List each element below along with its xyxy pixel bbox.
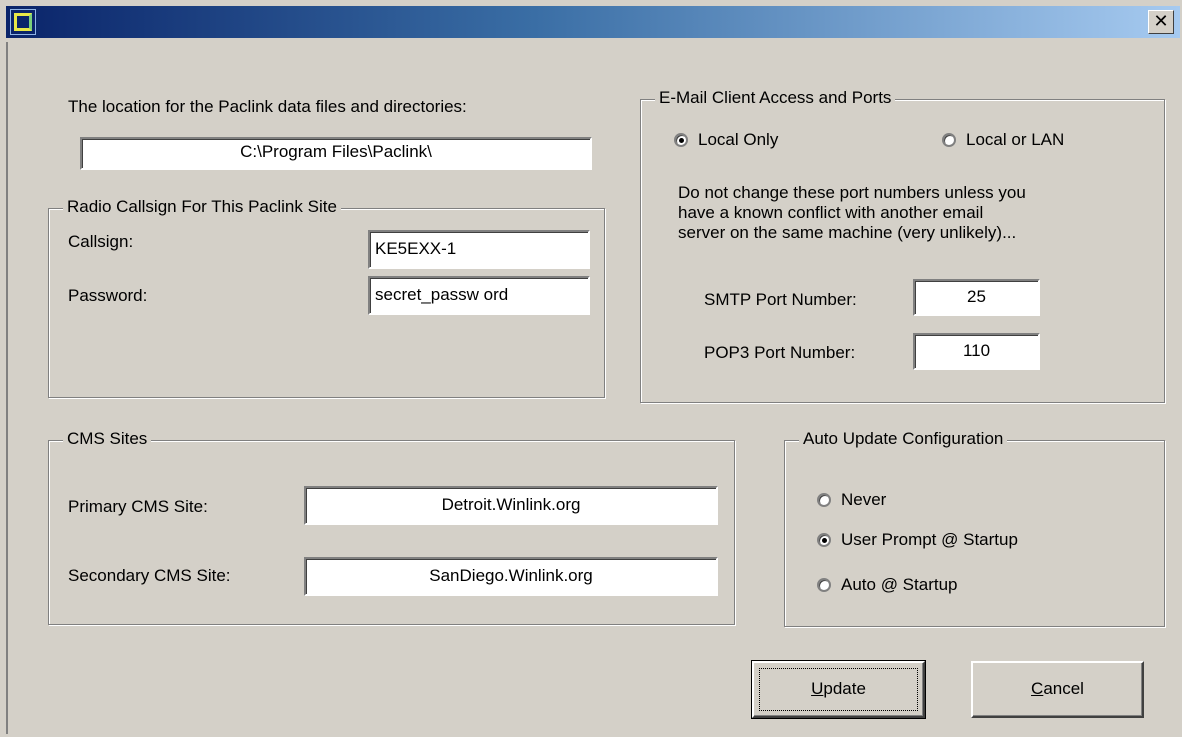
radio-callsign-group-title: Radio Callsign For This Paclink Site	[63, 197, 341, 217]
smtp-port-input[interactable]: 25	[913, 279, 1040, 316]
radio-update-auto[interactable]: Auto @ Startup	[817, 575, 958, 595]
update-button[interactable]: Update	[751, 660, 926, 719]
close-button[interactable]: ✕	[1148, 10, 1174, 34]
port-note-line-3: server on the same machine (very unlikel…	[678, 223, 1017, 242]
close-icon: ✕	[1153, 11, 1169, 32]
cancel-label: ancel	[1043, 679, 1084, 698]
paclink-site-properties-dialog: ✕ The location for the Paclink data file…	[0, 0, 1182, 737]
primary-cms-label: Primary CMS Site:	[68, 497, 208, 516]
location-label: The location for the Paclink data files …	[68, 97, 467, 116]
radio-local-only[interactable]: Local Only	[674, 130, 778, 150]
radio-local-only-label: Local Only	[698, 130, 779, 149]
primary-cms-input[interactable]: Detroit.Winlink.org	[304, 486, 718, 525]
secondary-cms-label: Secondary CMS Site:	[68, 566, 231, 585]
radio-local-or-lan-label: Local or LAN	[966, 130, 1065, 149]
password-input[interactable]: secret_passw ord	[368, 276, 590, 315]
cancel-mnemonic: C	[1031, 679, 1044, 698]
radio-update-never-label: Never	[841, 490, 887, 509]
radio-selected-icon	[674, 133, 688, 147]
radio-selected-icon	[817, 533, 831, 547]
radio-update-user-prompt-label: User Prompt @ Startup	[841, 530, 1018, 549]
callsign-label: Callsign:	[68, 232, 134, 251]
cms-sites-group: CMS Sites	[48, 429, 735, 625]
pop3-port-input[interactable]: 110	[913, 333, 1040, 370]
data-location-field[interactable]: C:\Program Files\Paclink\	[80, 137, 592, 170]
radio-unselected-icon	[817, 578, 831, 592]
email-access-group-title: E-Mail Client Access and Ports	[655, 88, 896, 108]
password-label: Password:	[68, 286, 148, 305]
radio-unselected-icon	[942, 133, 956, 147]
focus-rectangle	[759, 668, 918, 711]
pop3-port-label: POP3 Port Number:	[704, 343, 856, 362]
radio-local-or-lan[interactable]: Local or LAN	[942, 130, 1064, 150]
secondary-cms-input[interactable]: SanDiego.Winlink.org	[304, 557, 718, 596]
paclink-app-icon[interactable]	[10, 9, 36, 35]
auto-update-group-title: Auto Update Configuration	[799, 429, 1008, 449]
radio-update-auto-label: Auto @ Startup	[841, 575, 958, 594]
port-note-line-1: Do not change these port numbers unless …	[678, 183, 1026, 202]
callsign-input[interactable]: KE5EXX-1	[368, 230, 590, 269]
smtp-port-label: SMTP Port Number:	[704, 290, 857, 309]
title-bar[interactable]: ✕	[6, 6, 1180, 38]
cancel-button[interactable]: Cancel	[971, 661, 1144, 718]
port-note-line-2: have a known conflict with another email	[678, 203, 984, 222]
radio-update-user-prompt[interactable]: User Prompt @ Startup	[817, 530, 1018, 550]
radio-unselected-icon	[817, 493, 831, 507]
cms-sites-group-title: CMS Sites	[63, 429, 152, 449]
radio-update-never[interactable]: Never	[817, 490, 886, 510]
